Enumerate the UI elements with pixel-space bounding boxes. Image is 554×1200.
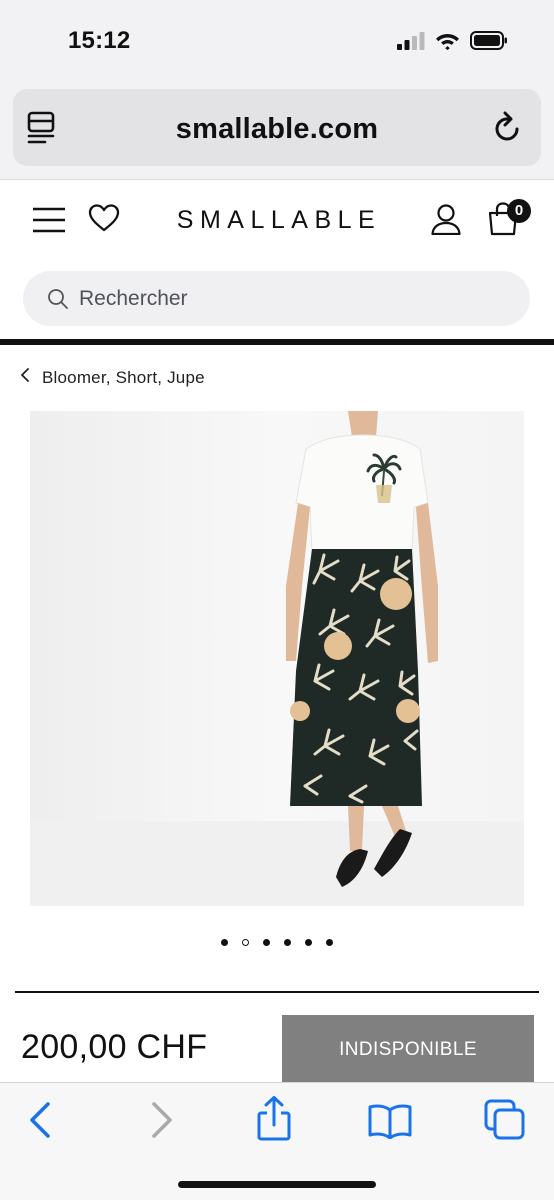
status-bar: 15:12	[0, 0, 554, 82]
chevron-left-icon[interactable]	[20, 367, 30, 388]
carousel-dot[interactable]	[263, 939, 270, 946]
search-input[interactable]	[79, 271, 509, 326]
home-indicator	[178, 1181, 376, 1188]
carousel-dot[interactable]	[242, 939, 249, 946]
address-url[interactable]: smallable.com	[13, 113, 541, 146]
reload-icon[interactable]	[493, 111, 523, 148]
status-time: 15:12	[68, 27, 131, 54]
carousel-dot[interactable]	[221, 939, 228, 946]
search-icon	[47, 288, 69, 315]
battery-icon	[470, 31, 508, 55]
carousel-dot[interactable]	[305, 939, 312, 946]
header-divider	[0, 339, 554, 345]
carousel-dot[interactable]	[284, 939, 291, 946]
browser-chrome: smallable.com	[0, 82, 554, 180]
share-icon[interactable]	[256, 1095, 292, 1146]
tabs-icon[interactable]	[484, 1099, 526, 1146]
address-bar[interactable]: smallable.com	[13, 89, 541, 166]
search-box[interactable]	[23, 271, 530, 326]
account-icon[interactable]	[430, 203, 462, 240]
carousel-dot[interactable]	[326, 939, 333, 946]
bookmarks-icon[interactable]	[368, 1103, 412, 1144]
product-price: 200,00 CHF	[21, 1028, 208, 1066]
site-logo[interactable]: SMALLABLE	[0, 206, 554, 235]
breadcrumb-label[interactable]: Bloomer, Short, Jupe	[42, 368, 205, 388]
signal-icon	[397, 31, 425, 55]
site-header: SMALLABLE	[0, 181, 554, 261]
wifi-icon	[435, 31, 460, 55]
back-icon[interactable]	[28, 1101, 54, 1144]
forward-icon[interactable]	[148, 1101, 174, 1144]
status-icons	[397, 31, 508, 55]
image-carousel-dots[interactable]	[0, 939, 554, 946]
unavailable-button[interactable]: INDISPONIBLE	[282, 1015, 534, 1083]
breadcrumb[interactable]: Bloomer, Short, Jupe	[20, 367, 205, 388]
cart-count-badge: 0	[507, 199, 531, 223]
price-divider	[15, 991, 539, 993]
product-image[interactable]	[30, 411, 524, 906]
